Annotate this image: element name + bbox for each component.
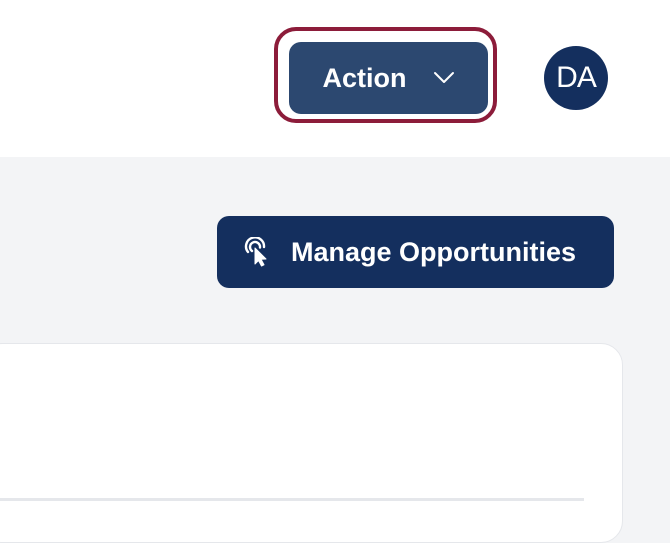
manage-opportunities-label: Manage Opportunities — [291, 236, 577, 267]
main-content: Manage Opportunities — [0, 157, 670, 543]
card-divider — [0, 498, 584, 501]
avatar-initials: DA — [556, 61, 597, 94]
click-pointer-icon — [243, 237, 271, 267]
top-header: Action DA — [0, 0, 670, 157]
manage-opportunities-button[interactable]: Manage Opportunities — [217, 216, 614, 288]
action-button-label: Action — [322, 62, 407, 93]
action-dropdown-button[interactable]: Action — [289, 42, 488, 114]
content-card — [0, 343, 623, 543]
chevron-down-icon — [433, 71, 455, 85]
user-avatar[interactable]: DA — [544, 46, 608, 110]
